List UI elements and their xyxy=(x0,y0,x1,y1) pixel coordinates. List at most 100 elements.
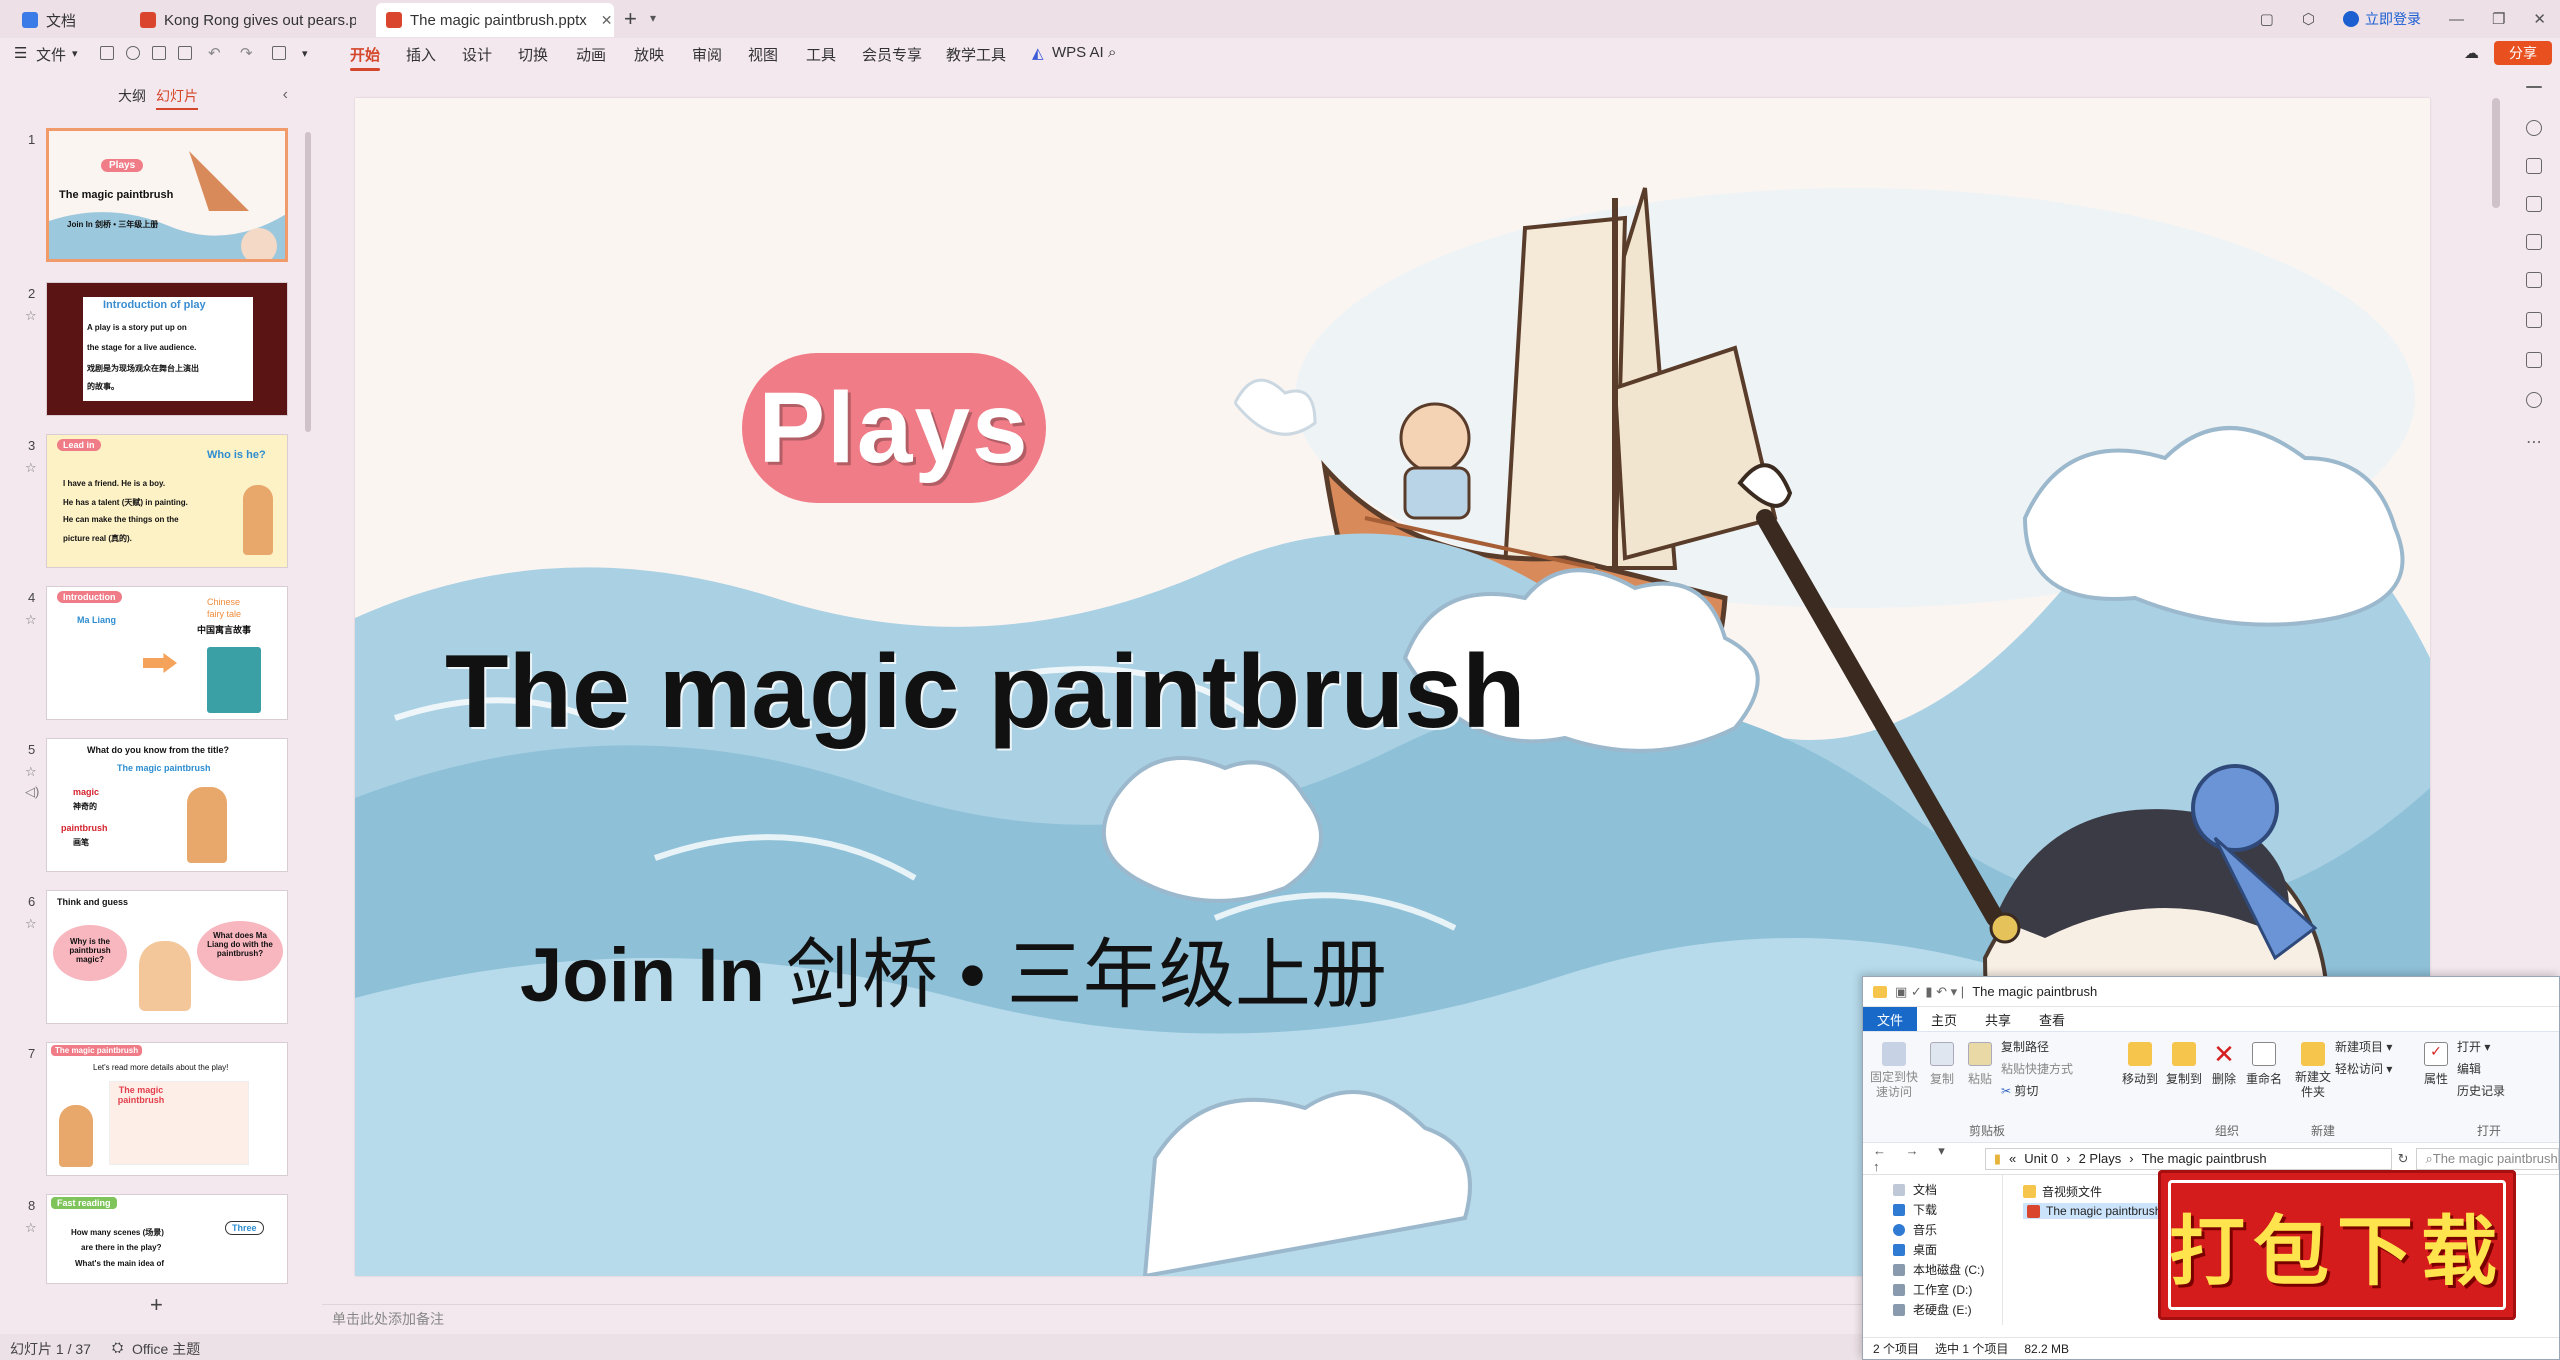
menu-file[interactable]: 文件 xyxy=(36,44,66,65)
slide-title[interactable]: The magic paintbrush xyxy=(445,633,1526,752)
thumbnail-slide-2[interactable]: Introduction of play A play is a story p… xyxy=(46,282,288,416)
address-path[interactable]: ▮ « Unit 0 › 2 Plays › The magic paintbr… xyxy=(1984,1147,2392,1170)
thumbnail-slide-1[interactable]: Plays The magic paintbrush Join In 剑桥 • … xyxy=(46,128,288,262)
thumbnail-slide-7[interactable]: The magic paintbrush Let's read more det… xyxy=(46,1042,288,1176)
new-tab-button[interactable]: + xyxy=(624,6,637,32)
download-package-stamp[interactable]: 打包下载 xyxy=(2158,1170,2560,1320)
layout-icon[interactable]: ▢ xyxy=(2260,10,2274,28)
explorer-tab-view[interactable]: 查看 xyxy=(2025,1007,2079,1032)
history-button[interactable]: 历史记录 xyxy=(2457,1082,2505,1099)
help-icon[interactable] xyxy=(2526,392,2542,408)
tab-docs[interactable]: 文档 xyxy=(12,3,86,37)
star-icon[interactable]: ☆ xyxy=(25,1220,37,1236)
notes-area[interactable]: 单击此处添加备注 xyxy=(322,1304,1952,1327)
edit-button[interactable]: 编辑 xyxy=(2457,1060,2481,1077)
restore-icon[interactable]: ❐ xyxy=(2492,10,2505,28)
collapse-panel-icon[interactable]: ‹ xyxy=(283,86,288,104)
print-icon[interactable] xyxy=(152,46,166,60)
explorer-tab-share[interactable]: 共享 xyxy=(1971,1007,2025,1032)
tab-list-chevron-icon[interactable]: ▾ xyxy=(650,11,656,25)
easy-access-button[interactable]: 轻松访问 ▾ xyxy=(2335,1060,2392,1077)
star-icon[interactable]: ☆ xyxy=(25,460,37,476)
document-icon[interactable] xyxy=(2526,312,2542,328)
audio-icon[interactable]: ◁) xyxy=(25,784,39,800)
tab-slides[interactable]: 幻灯片 xyxy=(156,86,198,110)
paste-button[interactable]: 粘贴 xyxy=(1963,1042,1997,1087)
close-window-icon[interactable]: ✕ xyxy=(2533,10,2546,28)
menu-insert[interactable]: 插入 xyxy=(406,44,436,65)
nav-item-downloads[interactable]: 下载 xyxy=(1893,1201,1937,1218)
copy-to-button[interactable]: 复制到 xyxy=(2163,1042,2205,1087)
menu-review[interactable]: 审阅 xyxy=(692,44,722,65)
copy-icon[interactable] xyxy=(2526,196,2542,212)
thumbnail-slide-4[interactable]: Introduction Ma Liang Chinese fairy tale… xyxy=(46,586,288,720)
menu-member[interactable]: 会员专享 xyxy=(862,44,922,65)
login-button[interactable]: 立即登录 xyxy=(2342,9,2421,29)
refresh-icon[interactable]: ↻ xyxy=(2398,1151,2409,1167)
minimize-panel-icon[interactable] xyxy=(2526,86,2542,88)
nav-arrows-icon[interactable]: ← → ▾ ↑ xyxy=(1873,1143,1973,1174)
save-icon[interactable] xyxy=(100,46,114,60)
menu-teaching-tools[interactable]: 教学工具 xyxy=(946,44,1006,65)
cloud-sync-icon[interactable]: ☁ xyxy=(2464,44,2479,62)
thumbnail-slide-3[interactable]: Lead in Who is he? I have a friend. He i… xyxy=(46,434,288,568)
cube-icon[interactable]: ⬡ xyxy=(2302,10,2315,28)
search-icon[interactable]: ⌕ xyxy=(1108,44,1116,61)
minimize-icon[interactable]: — xyxy=(2449,11,2464,28)
image-icon[interactable] xyxy=(2526,234,2542,250)
path-segment-plays[interactable]: 2 Plays xyxy=(2079,1151,2122,1166)
properties-button[interactable]: ✓ 属性 xyxy=(2419,1042,2453,1087)
explorer-tab-file[interactable]: 文件 xyxy=(1863,1006,1918,1032)
slide-subtitle[interactable]: Join In 剑桥 • 三年级上册 xyxy=(520,913,1387,1023)
share-button[interactable]: 分享 xyxy=(2494,41,2552,65)
file-item-av-folder[interactable]: 音视频文件 xyxy=(2023,1183,2102,1200)
menu-transition[interactable]: 切换 xyxy=(518,44,548,65)
cut-button[interactable]: ✂ 剪切 xyxy=(2001,1082,2038,1099)
star-icon[interactable]: ☆ xyxy=(25,308,37,324)
pin-quick-access-button[interactable]: 固定到快速访问 xyxy=(1867,1042,1921,1100)
explorer-search[interactable]: ⌕ The magic paintbrush xyxy=(2416,1147,2559,1170)
menu-icon[interactable]: ☰ xyxy=(14,44,27,62)
menu-animation[interactable]: 动画 xyxy=(576,44,606,65)
copy-path-button[interactable]: 复制路径 xyxy=(2001,1038,2049,1055)
redo-icon[interactable]: ↷ xyxy=(240,44,253,62)
plays-badge[interactable]: Plays xyxy=(742,353,1046,503)
star-icon[interactable]: ☆ xyxy=(25,916,37,932)
thumbnail-slide-8[interactable]: Fast reading How many scenes (场景) are th… xyxy=(46,1194,288,1284)
new-folder-button[interactable]: 新建文件夹 xyxy=(2293,1042,2333,1100)
menu-home[interactable]: 开始 xyxy=(350,44,381,71)
delete-button[interactable]: ✕ 删除 xyxy=(2207,1041,2241,1087)
more-chevron-icon[interactable]: ▾ xyxy=(302,47,308,60)
menu-tools[interactable]: 工具 xyxy=(806,44,836,65)
canvas-scrollbar[interactable] xyxy=(2492,98,2500,208)
format-painter-icon[interactable] xyxy=(272,46,286,60)
nav-item-desktop[interactable]: 桌面 xyxy=(1893,1241,1937,1258)
tab-kong-rong[interactable]: Kong Rong gives out pears.pptx xyxy=(130,3,366,37)
menu-wps-ai[interactable]: WPS AI xyxy=(1052,44,1104,61)
more-icon[interactable]: ⋯ xyxy=(2526,432,2542,452)
menu-slideshow[interactable]: 放映 xyxy=(634,44,664,65)
tab-magic-paintbrush[interactable]: The magic paintbrush.pptx ✕ xyxy=(376,3,614,37)
thumbnail-slide-6[interactable]: Think and guess Why is the paintbrush ma… xyxy=(46,890,288,1024)
nav-item-drive-d[interactable]: 工作室 (D:) xyxy=(1893,1281,1972,1298)
nav-item-music[interactable]: 音乐 xyxy=(1893,1221,1937,1238)
path-segment-paintbrush[interactable]: The magic paintbrush xyxy=(2142,1151,2267,1166)
undo-icon[interactable]: ↶ xyxy=(208,44,221,62)
preview-icon[interactable] xyxy=(178,46,192,60)
add-slide-button[interactable]: + xyxy=(150,1292,163,1318)
copy-button[interactable]: 复制 xyxy=(1925,1042,1959,1087)
nav-item-drive-c[interactable]: 本地磁盘 (C:) xyxy=(1893,1261,1984,1278)
explorer-tab-home[interactable]: 主页 xyxy=(1917,1007,1971,1032)
file-item-pptx[interactable]: The magic paintbrush xyxy=(2023,1203,2166,1219)
move-to-button[interactable]: 移动到 xyxy=(2119,1042,2161,1087)
thumbnail-slide-5[interactable]: What do you know from the title? The mag… xyxy=(46,738,288,872)
open-button[interactable]: 打开 ▾ xyxy=(2457,1038,2490,1055)
close-tab-icon[interactable]: ✕ xyxy=(601,12,613,29)
settings-icon[interactable] xyxy=(2526,120,2542,136)
star-icon[interactable]: ☆ xyxy=(25,612,37,628)
star-icon[interactable]: ☆ xyxy=(25,764,37,780)
menu-design[interactable]: 设计 xyxy=(462,44,492,65)
path-segment-unit[interactable]: Unit 0 xyxy=(2024,1151,2058,1166)
star-icon[interactable] xyxy=(2526,158,2542,174)
layers-icon[interactable] xyxy=(2526,352,2542,368)
